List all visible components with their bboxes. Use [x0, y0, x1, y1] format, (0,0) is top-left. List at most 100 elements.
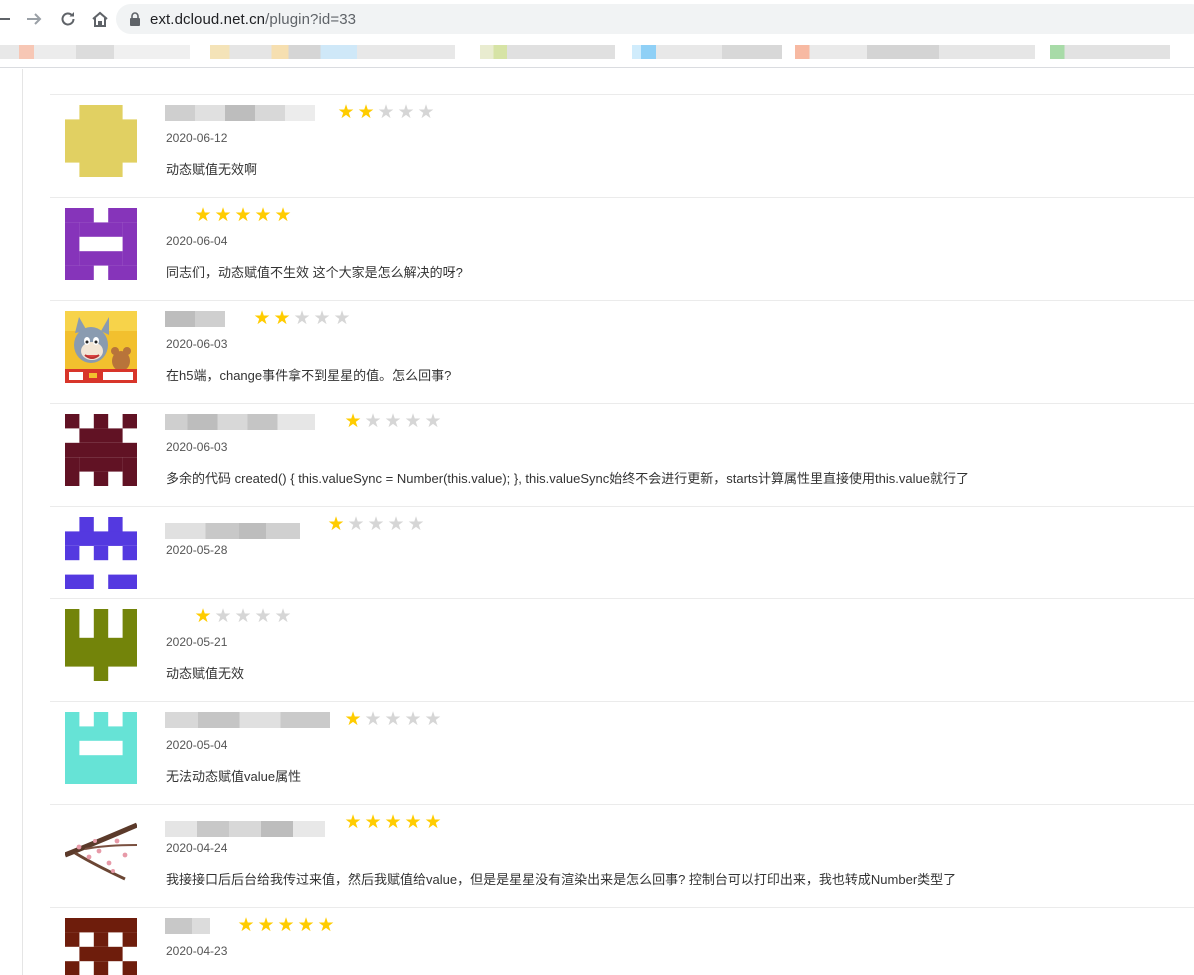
identicon-brown-avatar[interactable] [65, 918, 137, 975]
rating-stars: ★ ★ ★ ★ ★ [252, 308, 352, 329]
star-filled-icon: ★ [277, 915, 295, 936]
review-content: 动态赋值无效啊 [166, 162, 258, 177]
star-empty-icon: ★ [367, 514, 385, 535]
back-icon[interactable] [0, 0, 10, 38]
identicon-teal-avatar[interactable] [65, 712, 137, 784]
star-filled-icon: ★ [254, 205, 272, 226]
rating-stars: ★ ★ ★ ★ ★ [326, 514, 426, 535]
review-date: 2020-05-21 [166, 635, 228, 649]
address-bar[interactable]: ext.dcloud.net.cn/plugin?id=33 [116, 4, 1194, 34]
review-item: ★ ★ ★ ★ ★ 2020-04-24 我接接口后后台给我传过来值，然后我赋值给val… [50, 804, 1194, 907]
review-item: ★ ★ ★ ★ ★ 2020-05-04 无法动态赋值value属性 [50, 701, 1194, 804]
identicon-maroon-avatar[interactable] [65, 414, 137, 486]
star-empty-icon: ★ [384, 411, 402, 432]
star-empty-icon: ★ [397, 102, 415, 123]
review-date: 2020-05-28 [166, 543, 228, 557]
star-empty-icon: ★ [234, 606, 252, 627]
page-content: ★ ★ ★ ★ ★ 2020-06-12 动态赋值无效啊 ★ ★ ★ ★ ★ 2020-06-0… [0, 69, 1194, 975]
rating-stars: ★ ★ ★ ★ ★ [343, 709, 443, 730]
username-blurred[interactable] [165, 918, 210, 934]
forward-icon[interactable] [18, 0, 50, 38]
star-filled-icon: ★ [357, 102, 375, 123]
star-empty-icon: ★ [333, 308, 351, 329]
bookmark-item[interactable] [0, 45, 190, 59]
url-text: ext.dcloud.net.cn/plugin?id=33 [150, 11, 356, 28]
review-item: ★ ★ ★ ★ ★ 2020-05-28 [50, 506, 1194, 598]
rating-stars: ★ ★ ★ ★ ★ [336, 102, 436, 123]
star-empty-icon: ★ [254, 606, 272, 627]
review-content: 多余的代码 created() { this.valueSync = Numbe… [166, 471, 969, 486]
star-filled-icon: ★ [327, 514, 345, 535]
rating-stars: ★ ★ ★ ★ ★ [193, 205, 293, 226]
bookmark-item[interactable] [210, 45, 455, 59]
lock-icon [130, 12, 140, 26]
review-content: 无法动态赋值value属性 [166, 769, 302, 784]
star-filled-icon: ★ [234, 205, 252, 226]
review-date: 2020-06-03 [166, 440, 228, 454]
star-empty-icon: ★ [377, 102, 395, 123]
home-icon[interactable] [84, 0, 116, 38]
star-filled-icon: ★ [384, 812, 402, 833]
review-item: ★ ★ ★ ★ ★ 2020-06-03 在h5端，change事件拿不到星星的值。怎么… [50, 300, 1194, 403]
bookmark-item[interactable] [480, 45, 615, 59]
star-filled-icon: ★ [214, 205, 232, 226]
username-blurred[interactable] [165, 821, 325, 837]
review-list: ★ ★ ★ ★ ★ 2020-06-12 动态赋值无效啊 ★ ★ ★ ★ ★ 2020-06-0… [50, 94, 1194, 975]
star-empty-icon: ★ [417, 102, 435, 123]
star-filled-icon: ★ [194, 606, 212, 627]
tom-and-jerry-avatar[interactable] [65, 311, 137, 383]
star-filled-icon: ★ [364, 812, 382, 833]
username-blurred[interactable] [165, 523, 300, 539]
star-empty-icon: ★ [424, 411, 442, 432]
star-filled-icon: ★ [424, 812, 442, 833]
bookmark-item[interactable] [795, 45, 1035, 59]
identicon-yellow-avatar[interactable] [65, 105, 137, 177]
username-blurred[interactable] [165, 414, 315, 430]
username-blurred[interactable] [165, 712, 330, 728]
star-filled-icon: ★ [194, 205, 212, 226]
star-empty-icon: ★ [387, 514, 405, 535]
review-content: 同志们，动态赋值不生效 这个大家是怎么解决的呀? [166, 265, 463, 280]
review-date: 2020-06-03 [166, 337, 228, 351]
star-empty-icon: ★ [313, 308, 331, 329]
review-date: 2020-05-04 [166, 738, 228, 752]
bookmarks-bar [0, 38, 1194, 68]
username-blurred[interactable] [165, 105, 315, 121]
rating-stars: ★ ★ ★ ★ ★ [236, 915, 336, 936]
star-empty-icon: ★ [364, 709, 382, 730]
rating-stars: ★ ★ ★ ★ ★ [193, 606, 293, 627]
star-filled-icon: ★ [237, 915, 255, 936]
star-empty-icon: ★ [404, 411, 422, 432]
star-empty-icon: ★ [214, 606, 232, 627]
browser-toolbar: ext.dcloud.net.cn/plugin?id=33 [0, 0, 1194, 38]
star-empty-icon: ★ [274, 606, 292, 627]
flower-branch-avatar[interactable] [65, 815, 137, 887]
url-host: ext.dcloud.net.cn [150, 10, 266, 28]
url-path: /plugin?id=33 [265, 10, 357, 28]
star-filled-icon: ★ [317, 915, 335, 936]
identicon-purple-avatar[interactable] [65, 208, 137, 280]
reload-icon[interactable] [52, 0, 84, 38]
star-empty-icon: ★ [347, 514, 365, 535]
username-blurred[interactable] [165, 311, 225, 327]
rating-stars: ★ ★ ★ ★ ★ [343, 411, 443, 432]
bookmark-item[interactable] [632, 45, 782, 59]
bookmark-item[interactable] [1050, 45, 1170, 59]
star-empty-icon: ★ [424, 709, 442, 730]
star-empty-icon: ★ [384, 709, 402, 730]
star-filled-icon: ★ [344, 411, 362, 432]
identicon-olive-avatar[interactable] [65, 609, 137, 681]
review-date: 2020-04-24 [166, 841, 228, 855]
identicon-blue-avatar[interactable] [65, 517, 137, 589]
review-date: 2020-06-12 [166, 131, 228, 145]
review-content: 在h5端，change事件拿不到星星的值。怎么回事? [166, 368, 452, 383]
star-empty-icon: ★ [407, 514, 425, 535]
star-filled-icon: ★ [344, 812, 362, 833]
review-content: 我接接口后后台给我传过来值，然后我赋值给value，但是是星星没有渲染出来是怎么… [166, 872, 957, 887]
review-item: ★ ★ ★ ★ ★ 2020-06-03 多余的代码 created() { this.… [50, 403, 1194, 506]
star-filled-icon: ★ [274, 205, 292, 226]
review-item: ★ ★ ★ ★ ★ 2020-05-21 动态赋值无效 [50, 598, 1194, 701]
review-content: 动态赋值无效 [166, 666, 245, 681]
rating-stars: ★ ★ ★ ★ ★ [343, 812, 443, 833]
star-filled-icon: ★ [253, 308, 271, 329]
